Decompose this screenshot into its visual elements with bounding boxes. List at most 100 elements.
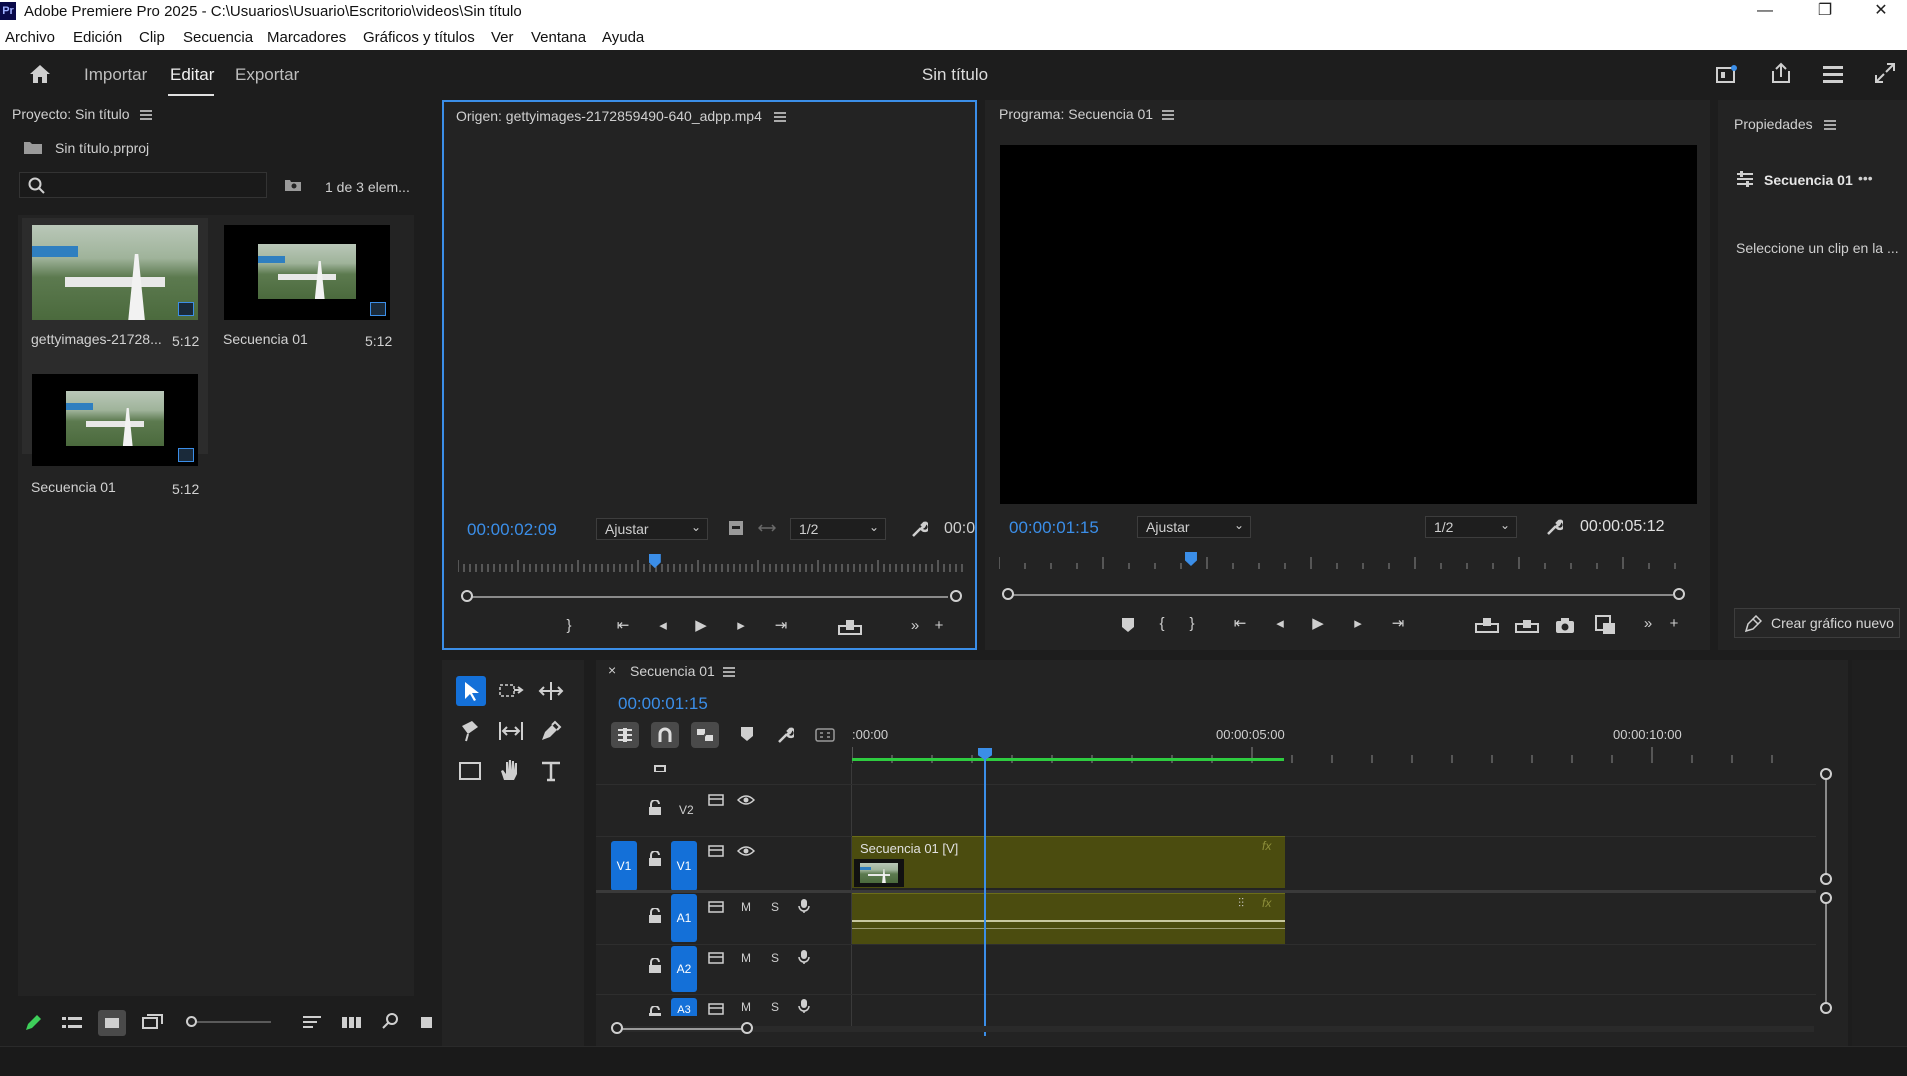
linked-selection-button[interactable] (691, 722, 719, 748)
properties-title[interactable]: Propiedades (1734, 116, 1813, 132)
nest-toggle-button[interactable] (611, 722, 639, 748)
icon-view-button[interactable] (98, 1010, 126, 1036)
project-search-input[interactable] (19, 172, 267, 198)
captions-icon[interactable] (815, 728, 835, 742)
zoom-slider-track[interactable] (197, 1021, 271, 1023)
program-monitor-title[interactable]: Programa: Secuencia 01 (999, 106, 1153, 122)
timeline-timecode[interactable]: 00:00:01:15 (618, 694, 708, 714)
nav-exportar[interactable]: Exportar (235, 65, 299, 85)
lock-icon[interactable] (648, 800, 662, 816)
program-menu-icon[interactable] (1162, 110, 1174, 120)
solo-button[interactable]: S (771, 1000, 779, 1014)
new-bin-icon[interactable] (420, 1014, 432, 1030)
project-menu-icon[interactable] (140, 110, 152, 120)
drag-video-icon[interactable] (758, 522, 776, 534)
more-controls-button[interactable]: » (904, 615, 926, 637)
eye-icon[interactable] (737, 845, 755, 857)
slip-tool-icon[interactable] (498, 720, 524, 742)
program-time-ruler[interactable] (999, 555, 1689, 569)
share-icon[interactable] (1770, 62, 1792, 84)
mute-button[interactable]: M (741, 900, 751, 914)
safe-margins-icon[interactable] (728, 520, 744, 536)
program-zoom-bar[interactable] (1011, 594, 1673, 596)
nav-editar[interactable]: Editar (170, 65, 214, 85)
timeline-ruler[interactable] (852, 745, 1808, 765)
timeline-horizontal-scroll-track[interactable] (614, 1026, 1814, 1032)
sync-lock-icon[interactable] (708, 793, 724, 807)
rectangle-tool-icon[interactable] (458, 760, 482, 782)
add-marker-icon[interactable] (1121, 617, 1135, 633)
source-video-area[interactable] (454, 132, 964, 512)
timeline-sequence-tab[interactable]: Secuencia 01 (630, 663, 715, 679)
source-patch-v1[interactable]: V1 (611, 841, 637, 891)
go-to-out-button[interactable]: ⇥ (770, 615, 792, 637)
mute-button[interactable]: M (741, 1000, 751, 1014)
solo-button[interactable]: S (771, 900, 779, 914)
microphone-icon[interactable] (798, 998, 810, 1014)
snap-toggle-button[interactable] (651, 722, 679, 748)
comparison-view-icon[interactable] (1595, 615, 1617, 635)
fullscreen-icon[interactable] (1874, 62, 1896, 84)
lock-icon[interactable] (648, 958, 662, 974)
track-target-a1[interactable]: A1 (671, 894, 697, 942)
add-marker-icon[interactable] (740, 726, 754, 742)
selection-tool-button[interactable] (456, 676, 486, 706)
settings-wrench-icon[interactable] (910, 520, 928, 538)
mute-button[interactable]: M (741, 951, 751, 965)
program-video-area[interactable] (1000, 145, 1697, 504)
go-to-in-button[interactable]: ⇤ (1229, 613, 1251, 635)
sequence-thumbnail[interactable] (32, 374, 198, 466)
video-track-scrollbar[interactable] (1825, 774, 1827, 879)
track-select-tool-icon[interactable] (498, 680, 524, 702)
sort-icon[interactable] (303, 1014, 321, 1030)
button-editor-plus[interactable]: + (928, 615, 950, 637)
properties-menu-icon[interactable] (1824, 120, 1836, 130)
settings-wrench-icon[interactable] (1545, 518, 1563, 536)
sync-lock-icon[interactable] (708, 900, 724, 914)
hand-tool-icon[interactable] (498, 758, 522, 782)
video-clip[interactable]: Secuencia 01 [V] fx (852, 836, 1285, 888)
sequence-thumbnail[interactable] (224, 225, 390, 320)
insert-icon[interactable] (838, 618, 862, 636)
menu-secuencia[interactable]: Secuencia (183, 29, 253, 46)
source-monitor-title[interactable]: Origen: gettyimages-2172859490-640_adpp.… (456, 108, 762, 124)
lock-icon[interactable] (648, 851, 662, 867)
pen-tool-icon[interactable] (540, 720, 562, 742)
track-target-v1[interactable]: V1 (671, 841, 697, 891)
freeform-view-icon[interactable] (142, 1014, 164, 1030)
play-button[interactable]: ▶ (690, 615, 712, 637)
timeline-menu-icon[interactable] (723, 667, 735, 677)
close-window-button[interactable]: ✕ (1858, 0, 1904, 24)
step-back-button[interactable]: ◂ (652, 615, 674, 637)
more-options-icon[interactable]: ••• (1858, 170, 1873, 186)
eye-icon[interactable] (737, 794, 755, 806)
solo-button[interactable]: S (771, 951, 779, 965)
project-panel-title[interactable]: Proyecto: Sin título (12, 106, 130, 122)
audio-scroll-bottom-handle[interactable] (1820, 1002, 1832, 1014)
list-view-icon[interactable] (62, 1016, 82, 1030)
audio-scroll-top-handle[interactable] (1820, 892, 1832, 904)
track-target-a2[interactable]: A2 (671, 946, 697, 992)
razor-tool-icon[interactable] (458, 720, 482, 742)
lock-icon[interactable] (648, 1006, 662, 1016)
quick-export-icon[interactable] (1716, 64, 1738, 84)
zoom-slider-knob[interactable] (186, 1016, 197, 1027)
maximize-button[interactable]: ❐ (1802, 0, 1848, 24)
step-forward-button[interactable]: ▸ (730, 615, 752, 637)
play-button[interactable]: ▶ (1307, 613, 1329, 635)
track-target-a3[interactable]: A3 (671, 998, 697, 1016)
pencil-icon[interactable] (24, 1014, 42, 1032)
step-back-button[interactable]: ◂ (1269, 613, 1291, 635)
program-resolution-dropdown[interactable]: 1/2 ⌄ (1425, 516, 1517, 538)
source-zoom-bar[interactable] (468, 596, 948, 598)
home-icon[interactable] (28, 64, 52, 84)
type-tool-icon[interactable] (540, 760, 562, 782)
close-sequence-tab-icon[interactable]: × (608, 662, 616, 678)
program-timecode[interactable]: 00:00:01:15 (1009, 518, 1099, 538)
sync-lock-icon[interactable] (708, 951, 724, 965)
automate-to-sequence-icon[interactable] (342, 1014, 362, 1030)
menu-marcadores[interactable]: Marcadores (267, 29, 346, 46)
more-controls-button[interactable]: » (1637, 613, 1659, 635)
export-frame-camera-icon[interactable] (1555, 616, 1575, 634)
menu-ayuda[interactable]: Ayuda (602, 29, 644, 46)
